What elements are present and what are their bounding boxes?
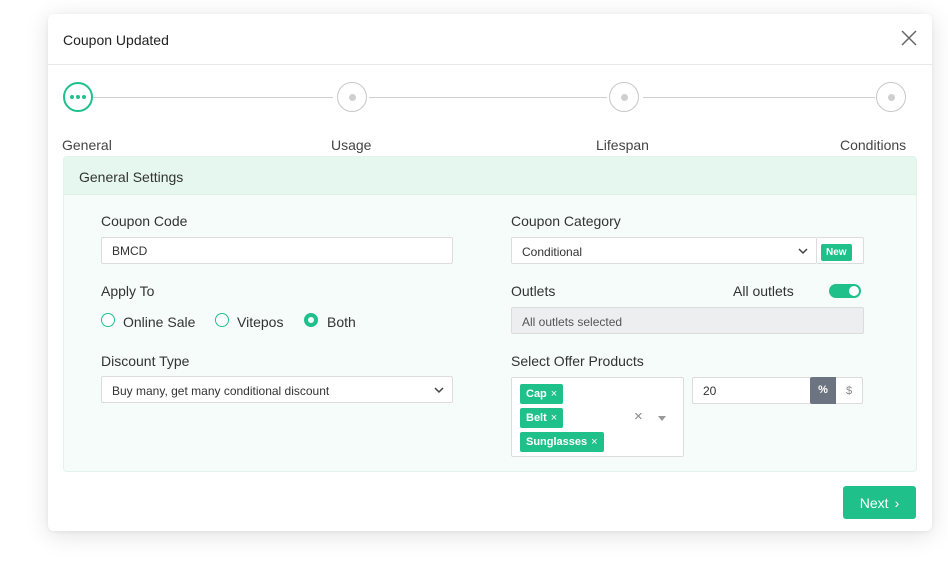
chevron-right-icon: › [894,494,900,511]
coupon-modal: Coupon Updated General Usage Lifespan Co… [48,14,932,531]
step-dot-icon [620,93,628,101]
tag-belt[interactable]: Belt × [520,408,564,428]
tag-label: Sunglasses [526,436,588,448]
more-dots-icon [70,95,86,99]
outlets-field: All outlets selected [511,307,864,334]
all-outlets-label: All outlets [733,283,794,299]
step-lifespan-circle[interactable] [609,82,639,112]
apply-to-label: Apply To [101,283,155,299]
tag-label: Cap [526,388,547,400]
coupon-code-input[interactable] [101,237,453,264]
discount-type-select[interactable]: Buy many, get many conditional discount [101,376,453,403]
chevron-down-icon [434,387,444,394]
discount-type-value: Buy many, get many conditional discount [112,384,330,398]
next-button[interactable]: Next › [843,486,916,519]
outlets-label: Outlets [511,283,556,299]
discount-value-input[interactable] [692,377,811,404]
general-settings-panel: General Settings Coupon Code Coupon Cate… [63,156,917,472]
stepper-connector [93,97,333,98]
stepper-connector [369,97,607,98]
modal-title: Coupon Updated [63,32,169,48]
offer-products-label: Select Offer Products [511,353,644,369]
step-label-lifespan: Lifespan [596,137,649,153]
step-dot-icon [887,93,895,101]
radio-label-both: Both [327,314,356,330]
discount-type-label: Discount Type [101,353,190,369]
step-dot-icon [348,93,356,101]
next-button-label: Next [859,494,889,511]
tag-remove-icon[interactable]: × [551,388,557,400]
modal-header: Coupon Updated [48,14,932,65]
step-label-conditions: Conditions [840,137,907,153]
step-label-usage: Usage [331,137,372,153]
close-icon[interactable] [898,27,920,49]
offer-products-select[interactable]: Cap × Belt × Sunglasses × × [511,377,684,457]
panel-title: General Settings [79,169,184,185]
toggle-knob [849,286,859,296]
coupon-code-label: Coupon Code [101,213,188,229]
step-label-general: General [62,137,112,153]
step-conditions-circle[interactable] [876,82,906,112]
tag-remove-icon[interactable]: × [591,436,597,448]
unit-dollar-button[interactable]: $ [836,377,863,404]
stepper-connector [643,97,875,98]
tag-sunglasses[interactable]: Sunglasses × [520,432,604,452]
clear-icon[interactable]: × [634,408,643,425]
caret-down-icon[interactable] [658,416,666,421]
radio-label-vitepos: Vitepos [237,314,284,330]
radio-vitepos[interactable] [215,313,229,327]
new-category-wrapper: New [817,237,864,264]
tag-remove-icon[interactable]: × [551,412,557,424]
coupon-category-value: Conditional [522,245,583,259]
radio-label-online-sale: Online Sale [123,314,196,330]
new-category-button[interactable]: New [821,244,852,261]
radio-both[interactable] [304,313,318,327]
all-outlets-toggle[interactable] [829,284,861,298]
tag-label: Belt [526,412,547,424]
step-general-circle[interactable] [63,82,93,112]
coupon-category-label: Coupon Category [511,213,621,229]
radio-online-sale[interactable] [101,313,115,327]
tag-cap[interactable]: Cap × [520,384,564,404]
step-usage-circle[interactable] [337,82,367,112]
chevron-down-icon [798,248,808,255]
unit-percent-button[interactable]: % [810,377,836,404]
panel-header: General Settings [64,157,916,195]
coupon-category-select[interactable]: Conditional [511,237,817,264]
